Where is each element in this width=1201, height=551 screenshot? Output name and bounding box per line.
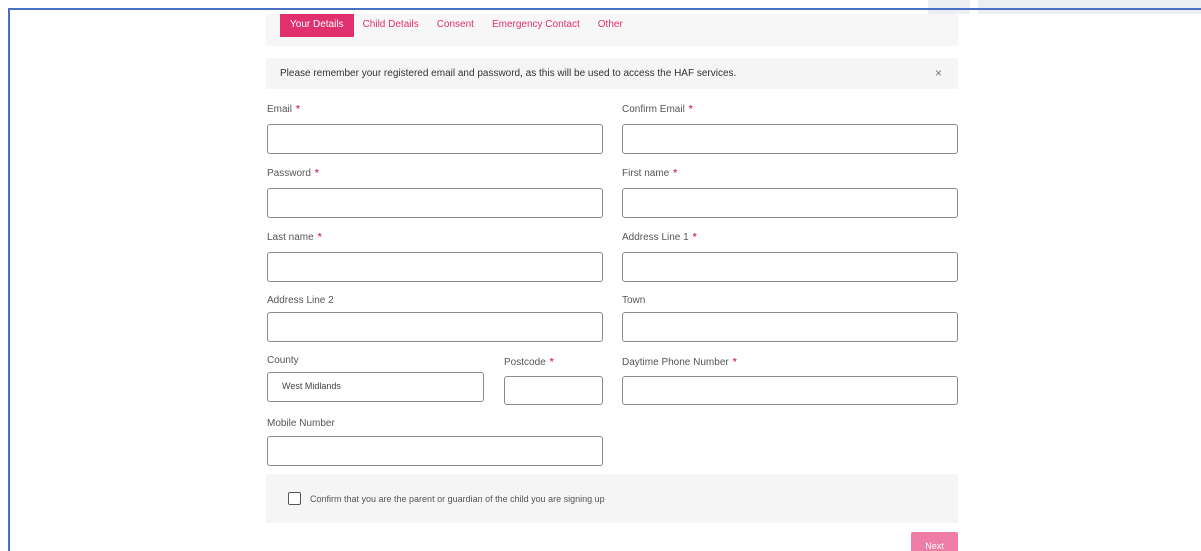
password-field[interactable] [267,188,603,218]
county-field[interactable]: West Midlands [267,372,484,402]
tab-your-details[interactable]: Your Details [280,14,354,37]
daytime-phone-label-text: Daytime Phone Number [622,357,729,368]
tab-child-details[interactable]: Child Details [354,14,428,38]
tab-other[interactable]: Other [589,14,632,38]
last-name-field[interactable] [267,252,603,282]
address-line-1-label: Address Line 1 * [622,232,697,243]
mobile-label: Mobile Number [267,418,335,429]
daytime-phone-field[interactable] [622,376,958,405]
address-line-2-label-text: Address Line 2 [267,295,334,306]
address-line-2-label: Address Line 2 [267,295,334,306]
close-icon[interactable]: × [935,66,942,80]
required-mark: * [692,232,697,243]
required-mark: * [317,232,322,243]
postcode-label: Postcode * [504,357,554,368]
required-mark: * [296,104,300,115]
parent-confirm-checkbox[interactable] [288,492,301,505]
parent-confirm-label: Confirm that you are the parent or guard… [310,493,605,504]
password-label-text: Password [267,168,311,179]
page-frame [8,8,1201,551]
county-label: County [267,355,299,366]
first-name-label-text: First name [622,168,670,179]
address-line-1-label-text: Address Line 1 [622,232,689,243]
mobile-field[interactable] [267,436,603,466]
mobile-label-text: Mobile Number [267,418,335,429]
postcode-field[interactable] [504,376,603,405]
first-name-label: First name * [622,168,677,179]
last-name-label: Last name * [267,232,322,243]
notice-text: Please remember your registered email an… [280,68,737,79]
parent-confirmation: Confirm that you are the parent or guard… [266,474,958,523]
daytime-phone-label: Daytime Phone Number * [622,357,737,368]
town-field[interactable] [622,312,958,342]
confirm-email-label-text: Confirm Email [622,104,685,115]
confirm-email-label: Confirm Email * [622,104,693,115]
town-label-text: Town [622,295,646,306]
postcode-label-text: Postcode [504,357,546,368]
first-name-field[interactable] [622,188,958,218]
county-label-text: County [267,355,299,366]
required-mark: * [673,168,678,179]
required-mark: * [314,168,319,179]
last-name-label-text: Last name [267,232,314,243]
required-mark: * [549,357,554,368]
email-field[interactable] [267,124,603,154]
tab-consent[interactable]: Consent [428,14,483,38]
required-mark: * [688,104,693,115]
address-line-2-field[interactable] [267,312,603,342]
tab-emergency-contact[interactable]: Emergency Contact [483,14,589,38]
tab-bar: Your Details Child Details Consent Emerg… [266,14,958,46]
notice-banner: Please remember your registered email an… [266,58,958,89]
town-label: Town [622,295,645,306]
address-line-1-field[interactable] [622,252,958,282]
email-label: Email * [267,104,300,115]
required-mark: * [732,357,737,368]
password-label: Password * [267,168,319,179]
confirm-email-field[interactable] [622,124,958,154]
email-label-text: Email [267,104,293,115]
next-button[interactable]: Next [911,532,958,551]
